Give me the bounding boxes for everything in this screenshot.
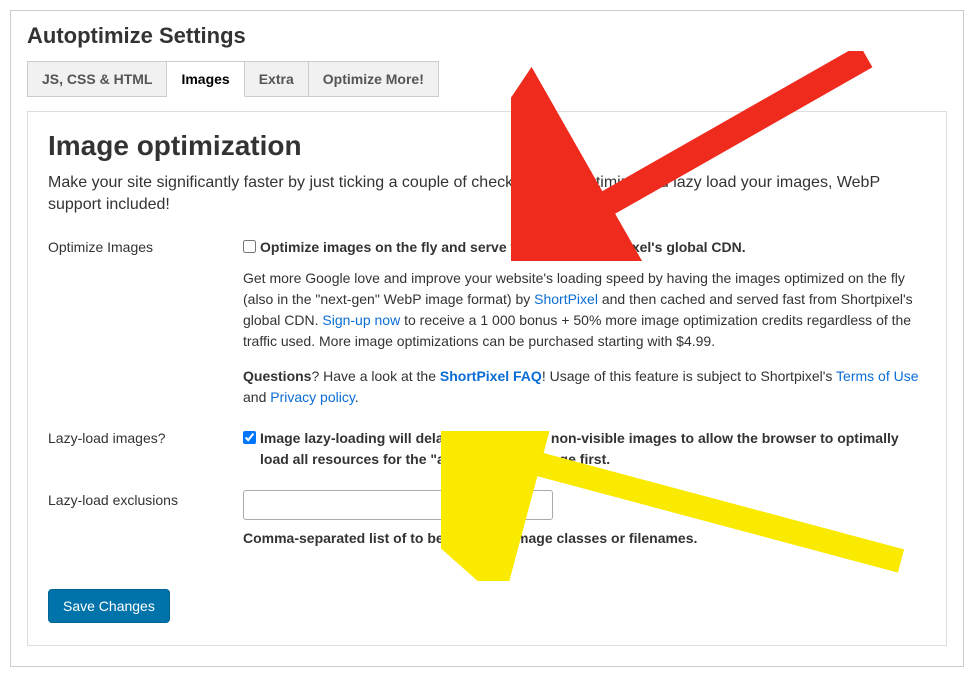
optimize-images-content: Optimize images on the fly and serve the…	[243, 237, 926, 408]
save-changes-button[interactable]: Save Changes	[48, 589, 170, 623]
optimize-images-help: Get more Google love and improve your we…	[243, 268, 926, 352]
tabs-nav: JS, CSS & HTML Images Extra Optimize Mor…	[27, 61, 947, 97]
lazy-load-content: Image lazy-loading will delay the loadin…	[243, 428, 926, 470]
signup-now-link[interactable]: Sign-up now	[322, 312, 400, 328]
questions-bold: Questions	[243, 368, 311, 384]
lazy-load-label: Lazy-load images?	[48, 428, 243, 446]
tab-optimize-more[interactable]: Optimize More!	[309, 61, 439, 97]
help-text: ? Have a look at the	[311, 368, 439, 384]
settings-container: Autoptimize Settings JS, CSS & HTML Imag…	[10, 10, 964, 667]
privacy-policy-link[interactable]: Privacy policy	[270, 389, 355, 405]
section-description: Make your site significantly faster by j…	[48, 172, 926, 217]
optimize-images-questions: Questions? Have a look at the ShortPixel…	[243, 366, 926, 408]
help-text: ! Usage of this feature is subject to Sh…	[542, 368, 836, 384]
image-optimization-panel: Image optimization Make your site signif…	[27, 111, 947, 646]
shortpixel-link[interactable]: ShortPixel	[534, 291, 598, 307]
optimize-images-checkbox-label[interactable]: Optimize images on the fly and serve the…	[260, 237, 746, 258]
exclusions-hint: Comma-separated list of to be excluded i…	[243, 528, 926, 549]
exclusions-row: Lazy-load exclusions Comma-separated lis…	[48, 490, 926, 549]
help-text: and	[243, 389, 270, 405]
exclusions-label: Lazy-load exclusions	[48, 490, 243, 508]
lazy-load-row: Lazy-load images? Image lazy-loading wil…	[48, 428, 926, 470]
exclusions-input[interactable]	[243, 490, 553, 520]
exclusions-content: Comma-separated list of to be excluded i…	[243, 490, 926, 549]
tab-js-css-html[interactable]: JS, CSS & HTML	[27, 61, 167, 97]
lazy-load-checkbox-label[interactable]: Image lazy-loading will delay the loadin…	[260, 428, 926, 470]
tab-extra[interactable]: Extra	[245, 61, 309, 97]
help-text: .	[355, 389, 359, 405]
terms-of-use-link[interactable]: Terms of Use	[836, 368, 918, 384]
shortpixel-faq-link[interactable]: ShortPixel FAQ	[440, 368, 542, 384]
optimize-images-label: Optimize Images	[48, 237, 243, 255]
page-title: Autoptimize Settings	[27, 23, 947, 49]
optimize-images-checkbox[interactable]	[243, 240, 256, 253]
optimize-images-row: Optimize Images Optimize images on the f…	[48, 237, 926, 408]
lazy-load-checkbox[interactable]	[243, 431, 256, 444]
tab-images[interactable]: Images	[167, 61, 244, 97]
section-heading: Image optimization	[48, 130, 926, 162]
